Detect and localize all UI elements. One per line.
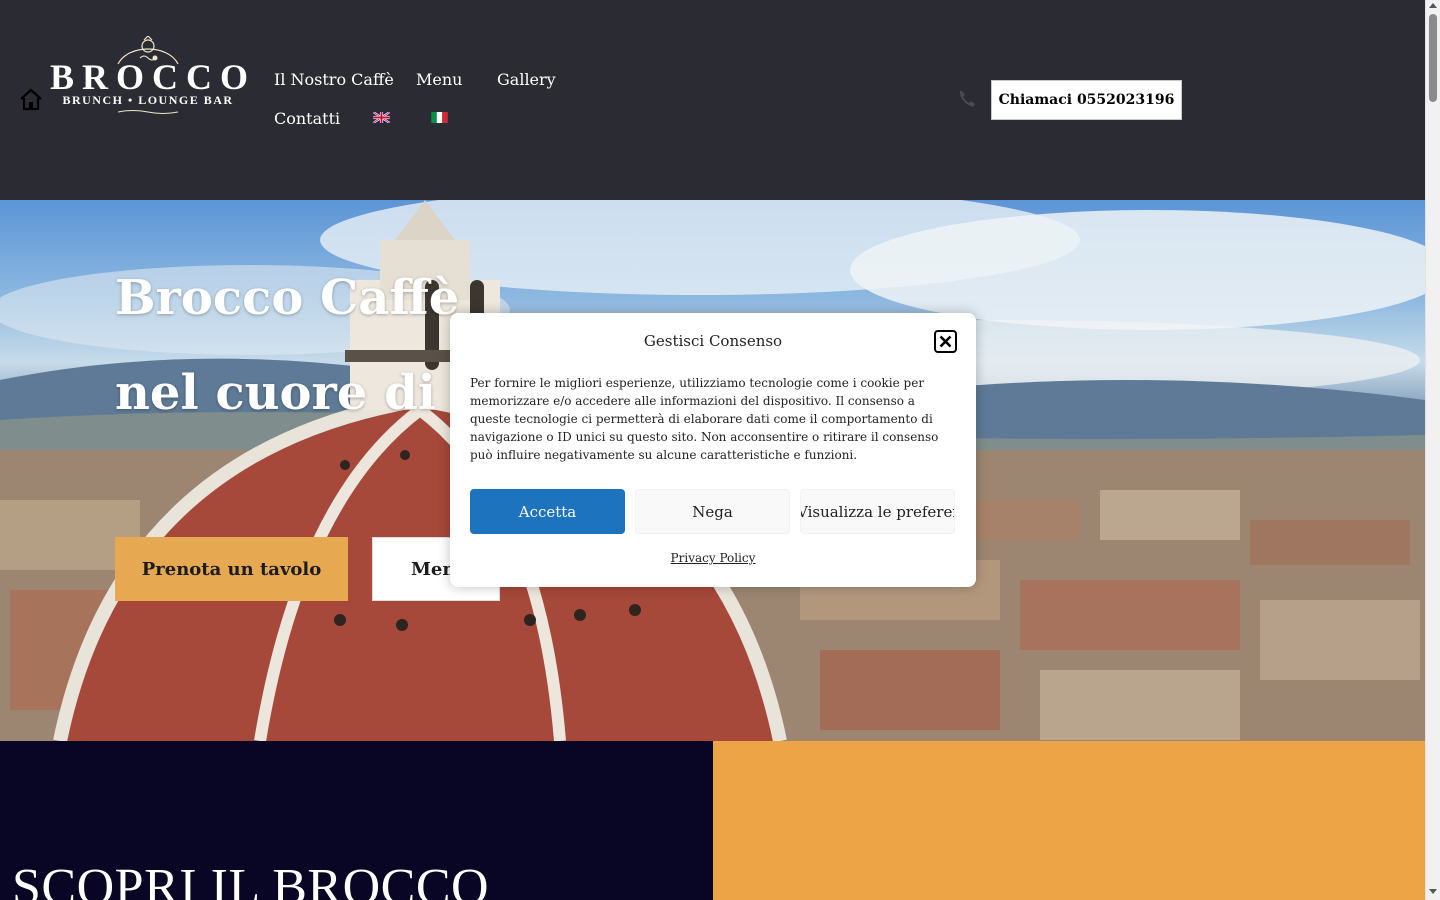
consent-title: Gestisci Consenso bbox=[643, 332, 783, 350]
logo-tagline-left: BRUNCH bbox=[62, 93, 124, 107]
book-table-button[interactable]: Prenota un tavolo bbox=[115, 537, 348, 601]
site-header: BROCCO BRUNCH • LOUNGE BAR Il Nostro Caf… bbox=[0, 0, 1425, 200]
nav-il-nostro-caffe[interactable]: Il Nostro Caffè bbox=[274, 70, 394, 89]
call-button[interactable]: Chiamaci 0552023196 bbox=[991, 80, 1182, 120]
scroll-thumb[interactable] bbox=[1429, 14, 1437, 102]
page-scrollbar[interactable] bbox=[1425, 0, 1440, 900]
view-preferences-button[interactable]: Visualizza le preferenze bbox=[800, 489, 955, 534]
privacy-policy-link[interactable]: Privacy Policy bbox=[450, 551, 976, 565]
brocco-logo[interactable]: BROCCO BRUNCH • LOUNGE BAR bbox=[50, 36, 257, 122]
home-icon[interactable] bbox=[18, 87, 44, 113]
hero-title-line2: nel cuore di Fi bbox=[115, 365, 505, 421]
logo-tagline-right: LOUNGE BAR bbox=[138, 93, 234, 107]
scroll-down-arrow-icon[interactable] bbox=[1429, 889, 1437, 894]
close-icon[interactable] bbox=[934, 330, 957, 353]
hero-title-line1: Brocco Caffè bbox=[115, 270, 460, 326]
consent-body: Per fornire le migliori esperienze, util… bbox=[470, 376, 939, 462]
logo-flourish-icon bbox=[118, 110, 178, 114]
logo-brand: BROCCO bbox=[50, 57, 257, 97]
cookie-consent-dialog: Gestisci Consenso Per fornire le miglior… bbox=[450, 313, 976, 587]
deny-button[interactable]: Nega bbox=[635, 489, 790, 534]
accept-button[interactable]: Accetta bbox=[470, 489, 625, 534]
discover-section: SCOPRI IL BROCCO bbox=[0, 741, 713, 900]
discover-heading: SCOPRI IL BROCCO bbox=[12, 859, 490, 900]
orange-panel bbox=[713, 741, 1425, 900]
scroll-up-arrow-icon[interactable] bbox=[1429, 3, 1437, 8]
nav-gallery[interactable]: Gallery bbox=[497, 70, 556, 89]
nav-menu[interactable]: Menu bbox=[416, 70, 462, 89]
logo-tagline: BRUNCH • LOUNGE BAR bbox=[50, 92, 246, 108]
uk-flag-icon[interactable] bbox=[373, 112, 390, 123]
phone-icon bbox=[959, 91, 975, 107]
nav-contatti[interactable]: Contatti bbox=[274, 109, 340, 128]
logo-tagline-sep: • bbox=[127, 93, 134, 107]
view-preferences-label: Visualizza le preferenze bbox=[800, 502, 954, 521]
italy-flag-icon[interactable] bbox=[431, 112, 448, 123]
